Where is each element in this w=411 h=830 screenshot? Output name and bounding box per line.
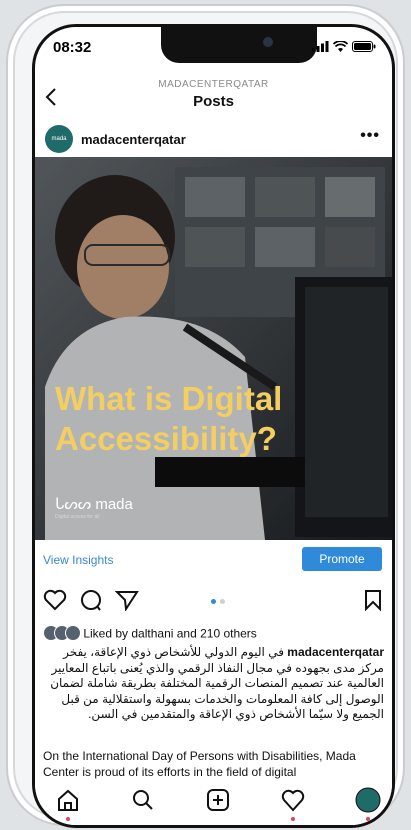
liked-by[interactable]: Liked by dalthani and 210 others <box>43 625 257 644</box>
bookmark-icon[interactable] <box>364 589 382 611</box>
profile-avatar-icon <box>355 787 381 813</box>
more-options-icon[interactable]: ••• <box>360 127 380 145</box>
signal-icon <box>312 41 329 52</box>
avatar[interactable]: mada <box>45 125 73 153</box>
heart-icon <box>281 789 305 812</box>
tab-profile[interactable] <box>353 785 383 821</box>
phone-screen: 08:32 MADACENTERQATAR Posts mada madacen… <box>32 24 395 828</box>
status-bar: 08:32 <box>35 27 392 73</box>
home-notification-dot <box>66 817 70 821</box>
liked-avatars <box>43 625 81 644</box>
headline-line-2: Accessibility? <box>55 420 277 457</box>
camera-icon <box>263 37 273 47</box>
activity-notification-dot <box>291 817 295 821</box>
status-time: 08:32 <box>53 39 92 56</box>
caption-arabic: madacenterqatar في اليوم الدولي للأشخاص … <box>43 645 384 723</box>
tab-activity[interactable] <box>278 785 308 821</box>
caption-username[interactable]: madacenterqatar <box>287 645 384 659</box>
top-nav: MADACENTERQATAR Posts <box>35 73 392 125</box>
promote-button[interactable]: Promote <box>302 547 382 571</box>
caption-english: On the International Day of Persons with… <box>43 749 356 779</box>
battery-icon <box>352 41 376 52</box>
wifi-icon <box>333 41 348 52</box>
brand-tagline: Digital access for all <box>55 514 100 520</box>
photo-illustration <box>35 157 392 540</box>
heart-icon[interactable] <box>43 589 67 611</box>
brand-logo: ᒐᔕᔕ mada <box>55 496 133 513</box>
headline-line-1: What is Digital <box>55 380 283 417</box>
profile-notification-dot <box>366 817 370 821</box>
insights-bar: View Insights Promote <box>35 543 392 575</box>
tab-home[interactable] <box>53 785 83 821</box>
status-icons <box>312 41 376 52</box>
tab-search[interactable] <box>128 785 158 815</box>
page-title: Posts <box>193 93 234 110</box>
post-header: mada madacenterqatar ••• <box>35 125 392 159</box>
post-actions <box>35 589 392 619</box>
comment-icon[interactable] <box>79 589 103 611</box>
post-image[interactable]: What is Digital Accessibility? ᒐᔕᔕ mada … <box>35 157 392 540</box>
notch <box>161 27 317 63</box>
phone-frame: 08:32 MADACENTERQATAR Posts mada madacen… <box>6 4 405 828</box>
post-username[interactable]: madacenterqatar <box>81 132 186 147</box>
tab-create[interactable] <box>203 785 233 815</box>
search-icon <box>133 790 153 810</box>
bottom-tab-bar <box>35 779 392 825</box>
carousel-dots <box>211 599 225 604</box>
view-insights-link[interactable]: View Insights <box>43 553 113 567</box>
plus-square-icon <box>207 789 229 811</box>
post-headline: What is Digital Accessibility? <box>55 379 282 459</box>
home-icon <box>58 789 78 811</box>
liked-by-text: Liked by dalthani and 210 others <box>83 626 257 641</box>
nav-account: MADACENTERQATAR <box>158 79 269 90</box>
share-icon[interactable] <box>115 589 139 611</box>
